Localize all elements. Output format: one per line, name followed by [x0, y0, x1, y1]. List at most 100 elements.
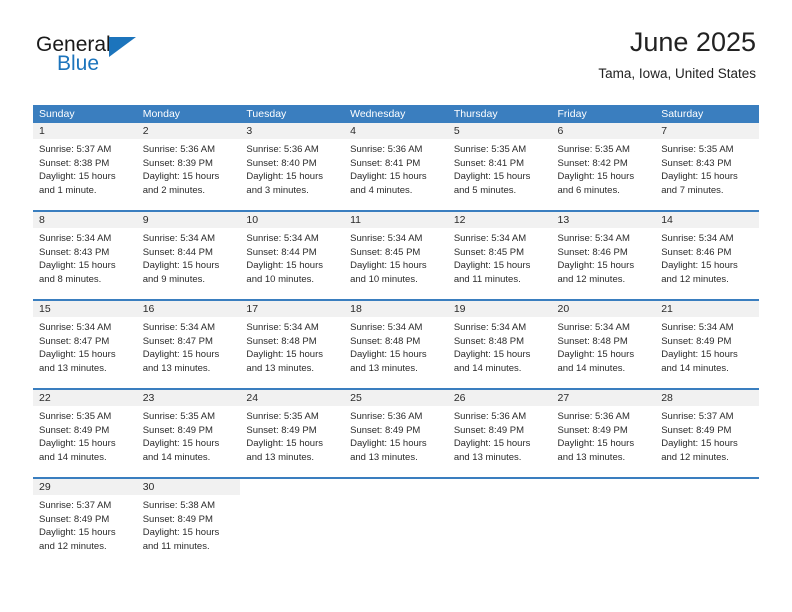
daylight-text-line2: and 11 minutes. [453, 273, 521, 285]
day-cell[interactable]: 2 Sunrise: 5:36 AM Sunset: 8:39 PM Daylight… [136, 123, 241, 201]
day-details: Sunrise: 5:34 AM Sunset: 8:44 PM Daylight:… [137, 228, 241, 290]
day-cell[interactable]: 20 Sunrise: 5:34 AM Sunset: 8:48 PM Dayligh… [551, 301, 656, 379]
day-cell[interactable]: 26 Sunrise: 5:36 AM Sunset: 8:49 PM Dayligh… [447, 390, 552, 468]
day-cell[interactable]: 12 Sunrise: 5:34 AM Sunset: 8:45 PM Dayligh… [447, 212, 552, 290]
week-row: 8 Sunrise: 5:34 AM Sunset: 8:43 PM Daylight… [33, 210, 759, 290]
sunrise-text: Sunrise: 5:34 AM [246, 233, 319, 244]
day-cell[interactable]: 30 Sunrise: 5:38 AM Sunset: 8:49 PM Dayligh… [136, 479, 241, 557]
daylight-text-line1: Daylight: 15 hours [142, 260, 220, 272]
day-cell[interactable]: 23 Sunrise: 5:35 AM Sunset: 8:49 PM Dayligh… [136, 390, 241, 468]
sunrise-text: Sunrise: 5:34 AM [453, 233, 527, 244]
day-number: 9 [136, 212, 241, 228]
day-cell[interactable]: 14 Sunrise: 5:34 AM Sunset: 8:46 PM Dayligh… [655, 212, 759, 290]
sunset-text: Sunset: 8:48 PM [246, 335, 317, 347]
day-number: 12 [447, 212, 552, 228]
sunrise-text: Sunrise: 5:37 AM [39, 144, 112, 155]
daylight-text-line2: and 12 minutes. [557, 273, 626, 285]
day-details: Sunrise: 5:36 AM Sunset: 8:39 PM Daylight:… [137, 139, 241, 201]
daylight-text-line2: and 9 minutes. [142, 273, 206, 285]
day-cell[interactable]: 1 Sunrise: 5:37 AM Sunset: 8:38 PM Daylight… [33, 123, 137, 201]
day-cell[interactable]: 10 Sunrise: 5:34 AM Sunset: 8:44 PM Dayligh… [240, 212, 345, 290]
sunrise-text: Sunrise: 5:34 AM [39, 322, 112, 333]
daylight-text-line1: Daylight: 15 hours [142, 438, 220, 450]
brand-logo[interactable]: General Blue [36, 34, 226, 82]
sunrise-text: Sunrise: 5:37 AM [661, 411, 734, 422]
day-number: 28 [655, 390, 759, 406]
sunrise-text: Sunrise: 5:34 AM [246, 322, 319, 333]
day-number [655, 479, 759, 495]
day-cell[interactable]: 16 Sunrise: 5:34 AM Sunset: 8:47 PM Dayligh… [136, 301, 241, 379]
daylight-text-line2: and 14 minutes. [557, 362, 626, 374]
sunrise-text: Sunrise: 5:34 AM [557, 233, 630, 244]
daylight-text-line2: and 13 minutes. [453, 451, 522, 463]
sunrise-text: Sunrise: 5:36 AM [557, 411, 630, 422]
day-number: 27 [551, 390, 656, 406]
day-cell[interactable]: 3 Sunrise: 5:36 AM Sunset: 8:40 PM Daylight… [240, 123, 345, 201]
sunrise-text: Sunrise: 5:34 AM [661, 322, 734, 333]
day-cell[interactable]: 18 Sunrise: 5:34 AM Sunset: 8:48 PM Dayligh… [344, 301, 448, 379]
day-details: Sunrise: 5:38 AM Sunset: 8:49 PM Daylight:… [137, 495, 241, 557]
weekday-header-tuesday: Tuesday [246, 108, 287, 120]
day-details: Sunrise: 5:35 AM Sunset: 8:49 PM Daylight:… [33, 406, 137, 468]
day-cell[interactable]: 28 Sunrise: 5:37 AM Sunset: 8:49 PM Dayligh… [655, 390, 759, 468]
sunset-text: Sunset: 8:49 PM [246, 424, 317, 436]
day-number: 29 [33, 479, 137, 495]
day-number: 30 [136, 479, 241, 495]
day-cell[interactable]: 11 Sunrise: 5:34 AM Sunset: 8:45 PM Dayligh… [344, 212, 448, 290]
day-cell[interactable]: 8 Sunrise: 5:34 AM Sunset: 8:43 PM Daylight… [33, 212, 137, 290]
day-number: 17 [240, 301, 345, 317]
day-cell[interactable]: 6 Sunrise: 5:35 AM Sunset: 8:42 PM Daylight… [551, 123, 656, 201]
sunset-text: Sunset: 8:44 PM [246, 246, 317, 258]
sunset-text: Sunset: 8:38 PM [39, 157, 110, 169]
weekday-header-friday: Friday [557, 108, 587, 120]
sunrise-text: Sunrise: 5:35 AM [453, 144, 527, 155]
day-cell[interactable]: 5 Sunrise: 5:35 AM Sunset: 8:41 PM Daylight… [447, 123, 552, 201]
weekday-header-monday: Monday [142, 108, 181, 120]
sunset-text: Sunset: 8:48 PM [453, 335, 525, 347]
day-details: Sunrise: 5:34 AM Sunset: 8:48 PM Daylight:… [448, 317, 552, 379]
day-details: Sunrise: 5:34 AM Sunset: 8:45 PM Daylight:… [344, 228, 448, 290]
day-cell[interactable]: 24 Sunrise: 5:35 AM Sunset: 8:49 PM Dayligh… [240, 390, 345, 468]
day-number: 18 [344, 301, 448, 317]
day-details: Sunrise: 5:35 AM Sunset: 8:43 PM Daylight:… [655, 139, 759, 201]
day-cell[interactable]: 21 Sunrise: 5:34 AM Sunset: 8:49 PM Dayligh… [655, 301, 759, 379]
day-details: Sunrise: 5:35 AM Sunset: 8:49 PM Daylight:… [240, 406, 344, 468]
daylight-text-line2: and 14 minutes. [661, 362, 729, 374]
day-cell[interactable]: 7 Sunrise: 5:35 AM Sunset: 8:43 PM Daylight… [655, 123, 759, 201]
day-details [448, 495, 552, 557]
day-details: Sunrise: 5:34 AM Sunset: 8:45 PM Daylight:… [448, 228, 552, 290]
sunrise-text: Sunrise: 5:38 AM [142, 500, 216, 511]
day-cell[interactable]: 17 Sunrise: 5:34 AM Sunset: 8:48 PM Dayligh… [240, 301, 345, 379]
sunrise-text: Sunrise: 5:34 AM [350, 233, 423, 244]
day-cell[interactable]: 19 Sunrise: 5:34 AM Sunset: 8:48 PM Dayligh… [447, 301, 552, 379]
day-cell[interactable]: 15 Sunrise: 5:34 AM Sunset: 8:47 PM Dayligh… [33, 301, 137, 379]
day-cell[interactable]: 4 Sunrise: 5:36 AM Sunset: 8:41 PM Daylight… [344, 123, 448, 201]
day-cell-empty [344, 479, 448, 557]
day-cell[interactable]: 9 Sunrise: 5:34 AM Sunset: 8:44 PM Daylight… [136, 212, 241, 290]
sunset-text: Sunset: 8:49 PM [39, 513, 110, 525]
day-details: Sunrise: 5:35 AM Sunset: 8:42 PM Daylight:… [552, 139, 656, 201]
day-details [240, 495, 344, 557]
daylight-text-line2: and 2 minutes. [142, 184, 206, 196]
day-number: 16 [136, 301, 241, 317]
daylight-text-line1: Daylight: 15 hours [661, 171, 738, 183]
day-cell[interactable]: 25 Sunrise: 5:36 AM Sunset: 8:49 PM Dayligh… [344, 390, 448, 468]
daylight-text-line1: Daylight: 15 hours [39, 527, 116, 539]
sunset-text: Sunset: 8:43 PM [39, 246, 110, 258]
daylight-text-line1: Daylight: 15 hours [453, 349, 531, 361]
day-cell[interactable]: 27 Sunrise: 5:36 AM Sunset: 8:49 PM Dayligh… [551, 390, 656, 468]
day-details: Sunrise: 5:36 AM Sunset: 8:49 PM Daylight:… [344, 406, 448, 468]
day-number: 26 [447, 390, 552, 406]
daylight-text-line2: and 13 minutes. [557, 451, 626, 463]
day-cell[interactable]: 22 Sunrise: 5:35 AM Sunset: 8:49 PM Dayligh… [33, 390, 137, 468]
day-details: Sunrise: 5:35 AM Sunset: 8:49 PM Daylight:… [137, 406, 241, 468]
sunset-text: Sunset: 8:49 PM [661, 424, 732, 436]
sunrise-text: Sunrise: 5:37 AM [39, 500, 112, 511]
sunset-text: Sunset: 8:41 PM [350, 157, 421, 169]
daylight-text-line1: Daylight: 15 hours [39, 349, 116, 361]
daylight-text-line1: Daylight: 15 hours [246, 260, 323, 272]
day-cell[interactable]: 29 Sunrise: 5:37 AM Sunset: 8:49 PM Dayligh… [33, 479, 137, 557]
sunset-text: Sunset: 8:46 PM [557, 246, 628, 258]
day-cell[interactable]: 13 Sunrise: 5:34 AM Sunset: 8:46 PM Dayligh… [551, 212, 656, 290]
brand-name-blue: Blue [57, 52, 100, 75]
